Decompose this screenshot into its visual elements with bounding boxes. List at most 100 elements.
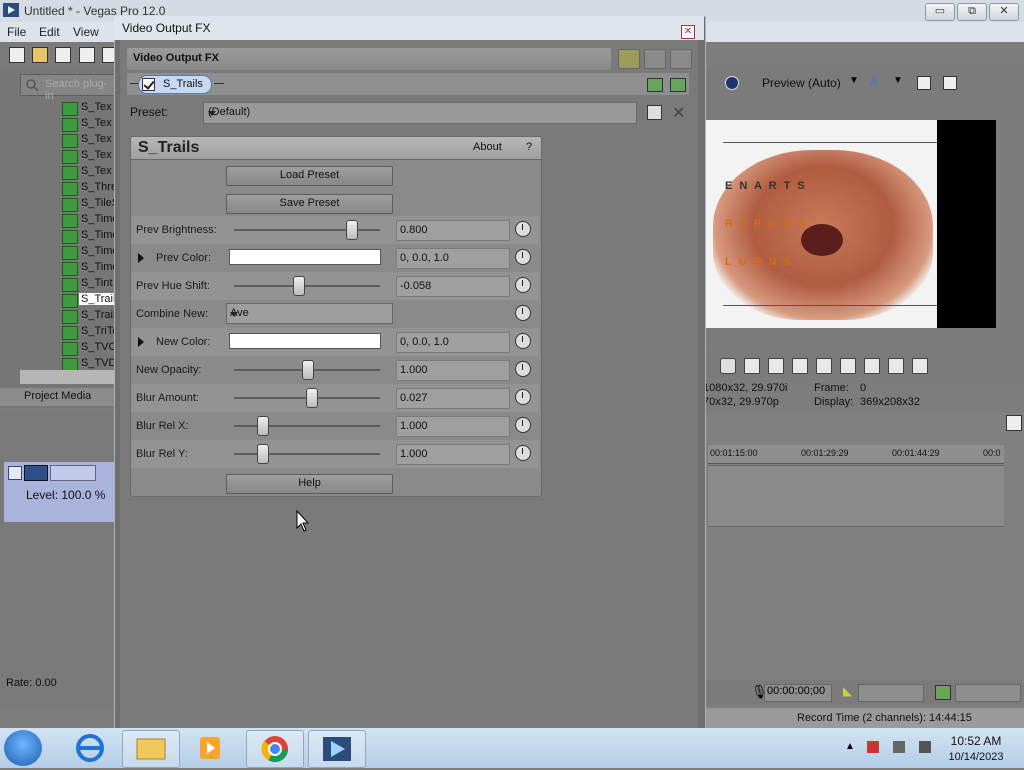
slider-thumb[interactable] — [257, 416, 269, 436]
preview-quality-select[interactable]: Preview (Auto) — [762, 76, 841, 90]
param-value-field[interactable]: 0.027 — [396, 388, 510, 409]
animate-clock-icon[interactable] — [515, 221, 531, 237]
animate-clock-icon[interactable] — [515, 277, 531, 293]
slider-thumb[interactable] — [293, 276, 305, 296]
internet-explorer-icon[interactable] — [62, 730, 118, 766]
slider-track[interactable] — [234, 229, 380, 231]
prev-frame-icon[interactable] — [888, 358, 904, 374]
vegas-taskbar-icon[interactable] — [308, 730, 366, 768]
param-value-field[interactable]: -0.058 — [396, 276, 510, 297]
video-track-header[interactable]: Level: 100.0 % — [4, 462, 114, 522]
volume-icon[interactable] — [919, 741, 931, 753]
animate-clock-icon[interactable] — [515, 417, 531, 433]
animate-clock-icon[interactable] — [515, 361, 531, 377]
slider-track[interactable] — [234, 285, 380, 287]
tree-item[interactable]: S_Tex — [62, 116, 122, 132]
media-player-icon[interactable] — [182, 730, 238, 766]
preset-select[interactable]: (Default) — [203, 102, 637, 124]
param-value-field[interactable]: 0, 0.0, 1.0 — [396, 248, 510, 269]
slider-thumb[interactable] — [302, 360, 314, 380]
tree-item[interactable]: S_Tex — [62, 132, 122, 148]
tree-item[interactable]: S_Trail — [62, 292, 122, 308]
tree-item[interactable]: S_Time — [62, 228, 122, 244]
preview-settings-icon[interactable] — [725, 76, 739, 90]
animate-clock-icon[interactable] — [515, 249, 531, 265]
dialog-close-icon[interactable]: ✕ — [681, 25, 695, 39]
animate-clock-icon[interactable] — [515, 305, 531, 321]
expand-triangle-icon[interactable] — [138, 337, 144, 347]
view-grid-icon[interactable] — [670, 49, 692, 69]
view-single-column-icon[interactable] — [618, 49, 640, 69]
param-value-field[interactable]: 1.000 — [396, 444, 510, 465]
close-button[interactable]: ✕ — [989, 3, 1019, 21]
slider-thumb[interactable] — [346, 220, 358, 240]
tree-item[interactable]: S_Tint — [62, 276, 122, 292]
restore-button[interactable]: ⧉ — [957, 3, 987, 21]
menu-view[interactable]: View — [73, 25, 99, 39]
new-file-icon[interactable] — [9, 47, 25, 63]
collapse-icon[interactable] — [8, 466, 22, 480]
tree-item[interactable]: S_TileS — [62, 196, 122, 212]
overlays-icon[interactable]: # — [870, 73, 878, 89]
expand-triangle-icon[interactable] — [138, 253, 144, 263]
param-value-field[interactable]: 1.000 — [396, 416, 510, 437]
help-question-button[interactable]: ? — [526, 141, 532, 153]
dialog-title-bar[interactable]: Video Output FX — [114, 16, 704, 40]
tree-item[interactable]: S_Thre — [62, 180, 122, 196]
selection-length-icon[interactable] — [935, 685, 951, 700]
animate-clock-icon[interactable] — [515, 389, 531, 405]
menu-edit[interactable]: Edit — [39, 25, 60, 39]
stop-icon[interactable] — [816, 358, 832, 374]
param-value-field[interactable]: 0, 0.0, 1.0 — [396, 332, 510, 353]
add-fx-icon[interactable] — [647, 78, 663, 92]
tree-item[interactable]: S_Trail — [62, 308, 122, 324]
animate-clock-icon[interactable] — [515, 333, 531, 349]
explorer-scrollbar[interactable] — [20, 370, 114, 384]
save-as-icon[interactable] — [79, 47, 95, 63]
search-input[interactable]: Search plug-in — [20, 74, 116, 102]
selection-end-field[interactable] — [955, 684, 1021, 702]
next-frame-icon[interactable] — [912, 358, 928, 374]
save-preset-icon[interactable] — [647, 105, 662, 120]
slider-track[interactable] — [234, 453, 380, 455]
remove-fx-icon[interactable] — [670, 78, 686, 92]
tree-item[interactable]: S_Tex — [62, 100, 122, 116]
menu-file[interactable]: File — [7, 25, 26, 39]
tree-item[interactable]: S_Time — [62, 260, 122, 276]
tree-item[interactable]: S_TVC — [62, 340, 122, 356]
timeline-video-track[interactable] — [708, 465, 1004, 527]
about-button[interactable]: About — [473, 141, 502, 153]
start-button[interactable] — [4, 730, 42, 766]
help-button[interactable]: Help — [226, 474, 393, 494]
chrome-icon[interactable] — [246, 730, 304, 768]
play-icon[interactable] — [768, 358, 784, 374]
slider-thumb[interactable] — [257, 444, 269, 464]
overlays-arrow-icon[interactable]: ▼ — [893, 75, 903, 86]
go-to-end-icon[interactable] — [864, 358, 880, 374]
combine-new-select[interactable]: Ave — [226, 303, 393, 324]
slider-thumb[interactable] — [306, 388, 318, 408]
timeline-ruler[interactable]: 00:01:15:00 00:01:29:29 00:01:44:29 00:0 — [708, 445, 1004, 464]
color-swatch[interactable] — [229, 333, 381, 349]
fx-chip-s-trails[interactable]: S_Trails — [138, 75, 212, 94]
track-name-field[interactable] — [50, 465, 96, 481]
tree-item[interactable]: S_Time — [62, 244, 122, 260]
timecode-field[interactable]: 00:00:00;00 — [764, 684, 832, 702]
selection-start-field[interactable] — [858, 684, 924, 702]
go-to-start-icon[interactable] — [840, 358, 856, 374]
tree-item[interactable]: S_Tex — [62, 164, 122, 180]
network-icon[interactable] — [893, 741, 905, 753]
save-icon[interactable] — [55, 47, 71, 63]
fx-enable-checkbox[interactable] — [142, 78, 155, 91]
color-swatch[interactable] — [229, 249, 381, 265]
marker-icon[interactable] — [1006, 415, 1022, 431]
save-snapshot-icon[interactable] — [943, 76, 957, 90]
animate-clock-icon[interactable] — [515, 445, 531, 461]
slider-track[interactable] — [234, 425, 380, 427]
tree-item[interactable]: S_Time — [62, 212, 122, 228]
open-folder-icon[interactable] — [32, 47, 48, 63]
play-from-start-icon[interactable] — [744, 358, 760, 374]
save-preset-button[interactable]: Save Preset — [226, 194, 393, 214]
param-value-field[interactable]: 0.800 — [396, 220, 510, 241]
load-preset-button[interactable]: Load Preset — [226, 166, 393, 186]
